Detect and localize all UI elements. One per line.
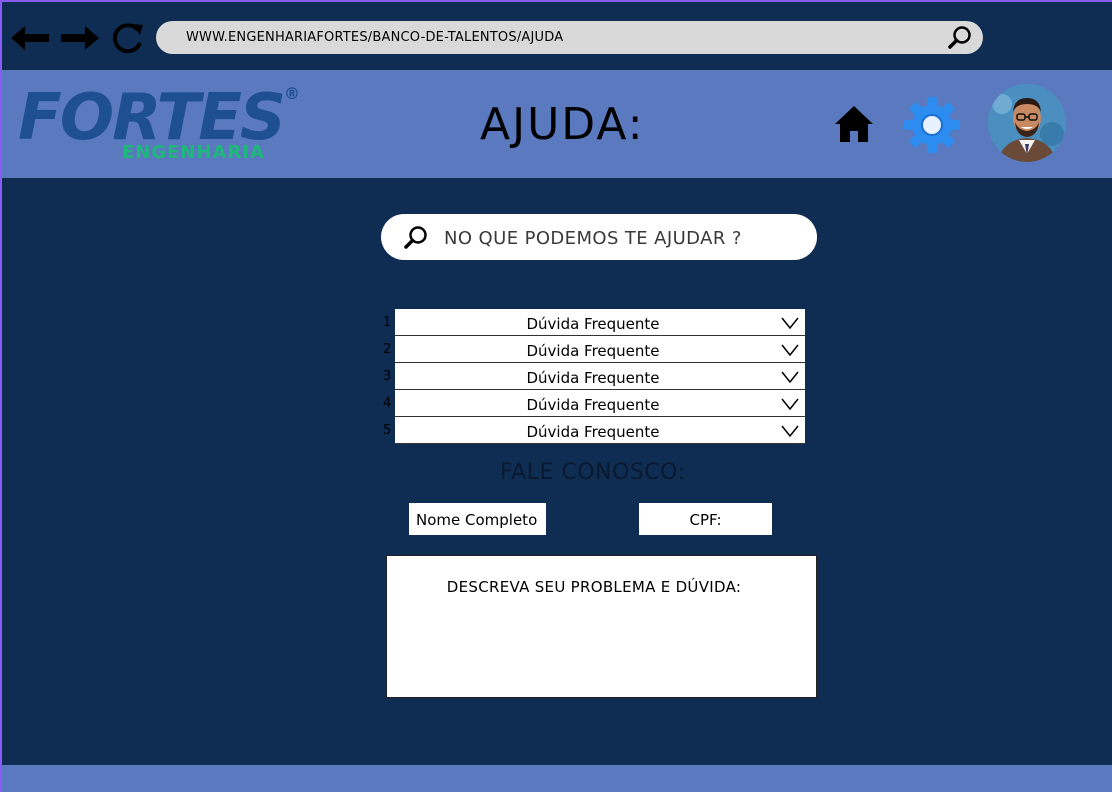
reload-icon[interactable]	[108, 20, 148, 56]
faq-question: Dúvida Frequente	[526, 396, 660, 414]
browser-toolbar: WWW.ENGENHARIAFORTES/BANCO-DE-TALENTOS/A…	[0, 0, 1112, 70]
faq-item[interactable]: 5 Dúvida Frequente	[383, 417, 807, 444]
chevron-down-icon[interactable]	[781, 422, 799, 441]
full-name-field[interactable]: Nome Completo	[409, 503, 546, 535]
faq-number: 2	[383, 342, 392, 357]
faq-list: 1 Dúvida Frequente 2 Dúvida Frequente 3 …	[383, 309, 807, 444]
chevron-down-icon[interactable]	[781, 341, 799, 360]
faq-number: 1	[383, 315, 392, 330]
user-avatar[interactable]	[988, 84, 1066, 162]
search-placeholder: NO QUE PODEMOS TE AJUDAR ?	[444, 228, 742, 249]
faq-item[interactable]: 3 Dúvida Frequente	[383, 363, 807, 390]
textarea-label: DESCREVA SEU PROBLEMA E DÚVIDA:	[446, 578, 742, 596]
faq-item[interactable]: 4 Dúvida Frequente	[383, 390, 807, 417]
problem-description-textarea[interactable]: DESCREVA SEU PROBLEMA E DÚVIDA:	[386, 555, 817, 698]
faq-dropdown[interactable]: Dúvida Frequente	[395, 309, 805, 336]
faq-question: Dúvida Frequente	[526, 315, 660, 333]
chevron-down-icon[interactable]	[781, 395, 799, 414]
gear-icon[interactable]	[903, 96, 961, 158]
search-icon	[403, 225, 429, 255]
search-icon[interactable]	[947, 25, 973, 55]
page-title: AJUDA:	[480, 99, 645, 150]
site-header: FORTES ® ENGENHARIA AJUDA:	[0, 70, 1112, 178]
faq-number: 3	[383, 369, 392, 384]
back-arrow-icon[interactable]	[8, 20, 52, 56]
help-search-input[interactable]: NO QUE PODEMOS TE AJUDAR ?	[381, 214, 817, 260]
cpf-field[interactable]: CPF:	[639, 503, 772, 535]
home-icon[interactable]	[833, 104, 875, 148]
site-footer	[0, 765, 1112, 792]
forward-arrow-icon[interactable]	[58, 20, 102, 56]
logo-subtitle: ENGENHARIA	[122, 142, 265, 163]
chevron-down-icon[interactable]	[781, 314, 799, 333]
faq-number: 5	[383, 423, 392, 438]
url-text: WWW.ENGENHARIAFORTES/BANCO-DE-TALENTOS/A…	[186, 30, 564, 45]
chevron-down-icon[interactable]	[781, 368, 799, 387]
faq-dropdown[interactable]: Dúvida Frequente	[395, 417, 805, 444]
contact-section-title: FALE CONOSCO:	[500, 460, 686, 485]
faq-dropdown[interactable]: Dúvida Frequente	[395, 390, 805, 417]
faq-item[interactable]: 1 Dúvida Frequente	[383, 309, 807, 336]
registered-mark: ®	[284, 84, 300, 103]
faq-dropdown[interactable]: Dúvida Frequente	[395, 363, 805, 390]
address-bar[interactable]: WWW.ENGENHARIAFORTES/BANCO-DE-TALENTOS/A…	[156, 21, 983, 54]
faq-question: Dúvida Frequente	[526, 423, 660, 441]
faq-question: Dúvida Frequente	[526, 369, 660, 387]
faq-dropdown[interactable]: Dúvida Frequente	[395, 336, 805, 363]
faq-item[interactable]: 2 Dúvida Frequente	[383, 336, 807, 363]
company-logo[interactable]: FORTES ® ENGENHARIA	[18, 82, 308, 172]
faq-number: 4	[383, 396, 392, 411]
faq-question: Dúvida Frequente	[526, 342, 660, 360]
